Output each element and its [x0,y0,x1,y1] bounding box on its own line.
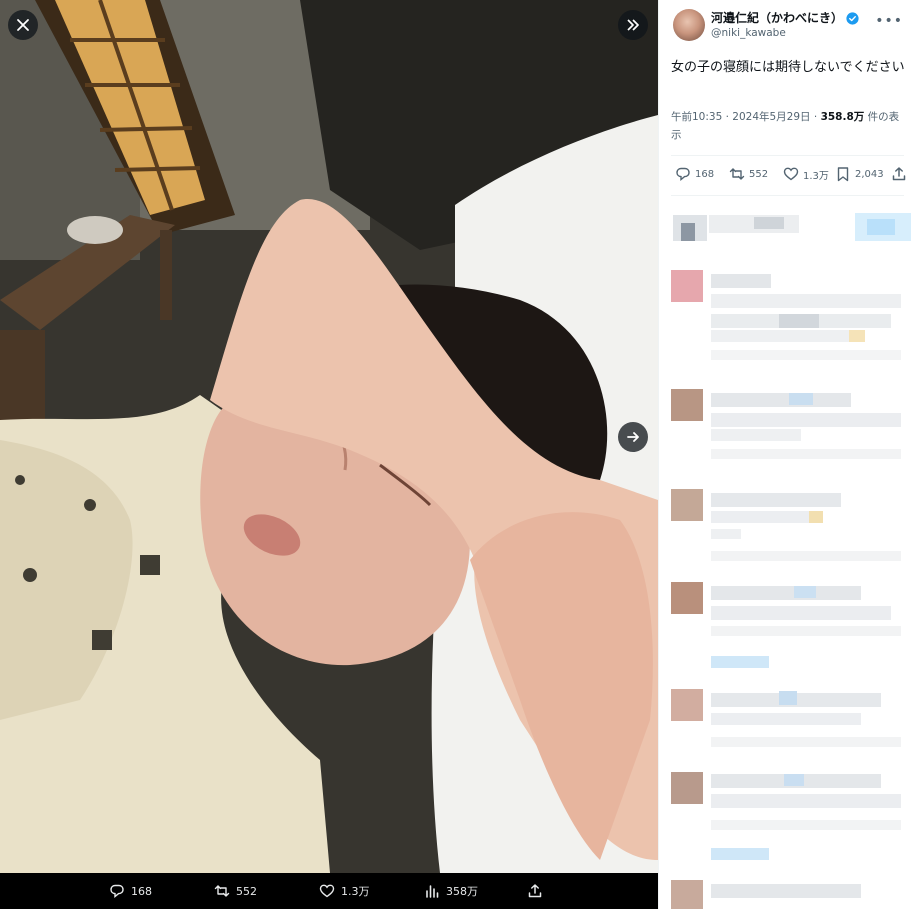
avatar[interactable] [673,9,705,41]
media-like-count: 1.3万 [341,885,370,898]
tweet-actions: 168 552 1.3万 2,043 [671,166,911,186]
share-icon [892,167,906,181]
blurred-reply [659,262,915,372]
tweet-detail-panel: 河邉仁紀（かわべにき） @niki_kawabe ••• 女の子の寝顔には期待し… [658,0,915,909]
heart-icon [319,884,335,898]
photo-illustration [0,0,658,873]
blurred-reply [659,385,915,475]
close-button[interactable] [8,10,38,40]
expand-panel-button[interactable] [618,10,648,40]
bookmark-button[interactable]: 2,043 [835,166,884,182]
next-image-button[interactable] [618,422,648,452]
retweet-icon [729,168,745,180]
retweet-button[interactable]: 552 [729,166,768,182]
verified-badge-icon [846,12,859,25]
chevrons-right-icon [627,19,639,31]
divider [671,195,904,196]
media-retweet-button[interactable]: 552 [214,873,257,909]
tweet-timestamp[interactable]: 午前10:35 · 2024年5月29日 · [671,111,821,123]
blurred-reply [659,578,915,678]
media-action-bar: 168 552 1.3万 358万 [0,873,658,909]
reply-button[interactable]: 168 [675,166,714,182]
close-icon [17,19,29,31]
media-views-count: 358万 [446,885,478,898]
retweet-icon [214,885,230,897]
more-dots-icon: ••• [875,13,903,29]
bookmark-count: 2,043 [855,168,884,180]
blurred-reply [659,205,915,255]
bookmark-icon [837,167,849,182]
tweet-text: 女の子の寝顔には期待しないでください [671,60,905,75]
blurred-reply [659,878,915,909]
reply-icon [110,884,124,898]
blurred-reply [659,768,915,868]
author-handle[interactable]: @niki_kawabe [711,27,859,40]
media-retweet-count: 552 [236,884,257,898]
media-like-button[interactable]: 1.3万 [319,873,370,909]
media-reply-button[interactable]: 168 [109,873,152,909]
blurred-reply [659,485,915,570]
like-count: 1.3万 [803,170,829,182]
views-chart-icon [426,885,439,898]
tweet-photo[interactable] [0,0,658,873]
author-name[interactable]: 河邉仁紀（かわべにき） [711,11,859,25]
media-reply-count: 168 [131,884,152,898]
share-button[interactable] [891,166,907,182]
blurred-reply [659,685,915,763]
media-views-button[interactable]: 358万 [424,873,478,909]
share-icon [528,884,542,898]
divider [671,155,904,156]
like-button[interactable]: 1.3万 [783,166,829,182]
reply-count: 168 [695,168,715,180]
reply-icon [676,167,690,181]
media-share-button[interactable] [527,873,543,909]
retweet-count: 552 [749,168,769,180]
arrow-right-icon [627,432,639,442]
author-block[interactable]: 河邉仁紀（かわべにき） @niki_kawabe [673,9,859,41]
display-name-text: 河邉仁紀（かわべにき） [711,11,844,25]
views-count: 358.8万 [820,111,865,123]
heart-icon [783,167,799,181]
more-options-button[interactable]: ••• [875,13,903,29]
media-viewer: 168 552 1.3万 358万 [0,0,658,909]
tweet-meta: 午前10:35 · 2024年5月29日 · 358.8万 件の表示 [671,108,909,144]
